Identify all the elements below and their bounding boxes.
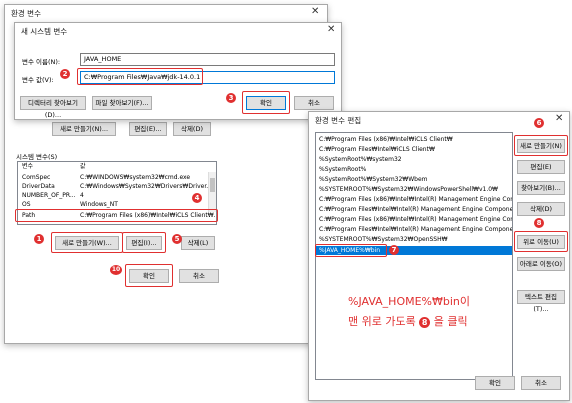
new-var-ok-highlight [242,91,290,114]
move-up-highlight [514,231,568,252]
step-marker-10: 10 [110,265,122,275]
list-item[interactable]: %SystemRoot%₩system32 [316,155,512,164]
var-value: C:₩WINDOWS₩system32₩cmd.exe [80,174,191,181]
env-dialog-title: 환경 변수 [11,9,41,18]
list-scrollbar[interactable] [208,172,216,212]
annotation-num-8: 8 [419,317,431,328]
list-item[interactable]: %SYSTEMROOT%₩System32₩WindowsPowerShell₩… [316,185,512,194]
list-item[interactable]: C:₩Program Files₩Intel₩Intel(R) Manageme… [316,205,512,214]
step-marker-4: 4 [192,193,202,203]
entry-new-highlight [514,135,568,156]
col-val-header: 값 [80,163,86,170]
sys-edit-highlight [122,232,166,253]
sys-delete-button[interactable]: 삭제(L) [181,236,215,250]
list-item[interactable]: %SYSTEMROOT%₩System32₩OpenSSH₩ [316,235,512,244]
close-icon[interactable]: ✕ [311,6,319,17]
step-marker-6: 6 [534,118,544,128]
step-marker-5: 5 [172,234,182,244]
entry-browse-button[interactable]: 찾아보기(B)... [517,181,565,195]
step-marker-2: 2 [60,69,70,79]
annotation-line1: %JAVA_HOME%₩bin이 [348,295,470,308]
table-row[interactable]: ComSpec C:₩WINDOWS₩system32₩cmd.exe [18,173,216,182]
close-icon[interactable]: ✕ [327,24,335,35]
var-name: DriverData [22,183,55,190]
var-name-input[interactable]: JAVA_HOME [80,53,335,66]
system-vars-label: 시스템 변수(S) [16,153,58,161]
list-item[interactable]: C:₩Program Files₩Intel₩Intel(R) Manageme… [316,225,512,234]
edit-env-dialog: 환경 변수 편집 ✕ C:₩Program Files (x86)₩Intel₩… [308,111,570,401]
list-item[interactable]: C:₩Program Files (x86)₩Intel₩Intel(R) Ma… [316,215,512,224]
entry-delete-button[interactable]: 삭제(D) [517,202,565,216]
var-name: OS [22,201,31,208]
var-value-label: 변수 값(V): [22,76,54,84]
browse-file-button[interactable]: 파일 찾아보기(F)... [92,96,152,110]
step-marker-7: 7 [389,245,399,255]
step-marker-1: 1 [34,234,44,244]
list-item[interactable]: C:₩Program Files (x86)₩Intel₩iCLS Client… [316,135,512,144]
edit-dialog-title: 환경 변수 편집 [315,116,362,125]
var-value-highlight [77,68,203,85]
table-row[interactable]: DriverData C:₩Windows₩System32₩Drivers₩D… [18,182,216,191]
edit-text-button[interactable]: 텍스트 편집(T)... [517,290,565,313]
list-item[interactable]: C:₩Program Files₩Intel₩iCLS Client₩ [316,145,512,154]
table-row[interactable]: NUMBER_OF_PR... 4 [18,191,216,200]
move-down-button[interactable]: 아래로 이동(O) [517,257,565,271]
list-header: 변수 값 [18,162,216,171]
entry-edit-button[interactable]: 편집(E) [517,160,565,174]
edit-cancel-button[interactable]: 취소 [521,376,561,390]
table-row[interactable]: OS Windows_NT [18,200,216,209]
annotation-text-a: 맨 위로 가도록 [348,315,416,328]
new-var-cancel-button[interactable]: 취소 [294,96,334,110]
java-home-entry-highlight [315,244,387,257]
user-edit-button[interactable]: 편집(E)... [129,122,167,136]
var-name: ComSpec [22,174,51,181]
sys-new-highlight [51,232,123,253]
var-name: NUMBER_OF_PR... [22,192,76,199]
browse-dir-button[interactable]: 디렉터리 찾아보기(D)... [20,96,86,119]
var-value: C:₩Windows₩System32₩Drivers₩Driver... [80,183,212,190]
list-item[interactable]: %SystemRoot% [316,165,512,174]
env-cancel-button[interactable]: 취소 [179,269,219,283]
new-var-title: 새 시스템 변수 [21,27,68,36]
annotation-text-b: 을 클릭 [433,315,468,328]
step-marker-8: 8 [534,218,544,228]
user-new-button[interactable]: 새로 만들기(N)... [52,122,116,136]
path-row-highlight [15,209,218,222]
close-icon[interactable]: ✕ [555,113,563,124]
edit-ok-button[interactable]: 확인 [475,376,515,390]
var-value: 4 [80,192,84,199]
var-name-label: 변수 이름(N): [22,58,61,66]
annotation-line2: 맨 위로 가도록 8 을 클릭 [348,313,468,329]
list-item[interactable]: C:₩Program Files (x86)₩Intel₩Intel(R) Ma… [316,195,512,204]
var-value: Windows_NT [80,201,118,208]
col-var-header: 변수 [22,163,34,170]
env-ok-highlight [125,264,173,287]
step-marker-3: 3 [226,93,236,103]
user-delete-button[interactable]: 삭제(D) [173,122,211,136]
list-item[interactable]: %SystemRoot%₩System32₩Wbem [316,175,512,184]
